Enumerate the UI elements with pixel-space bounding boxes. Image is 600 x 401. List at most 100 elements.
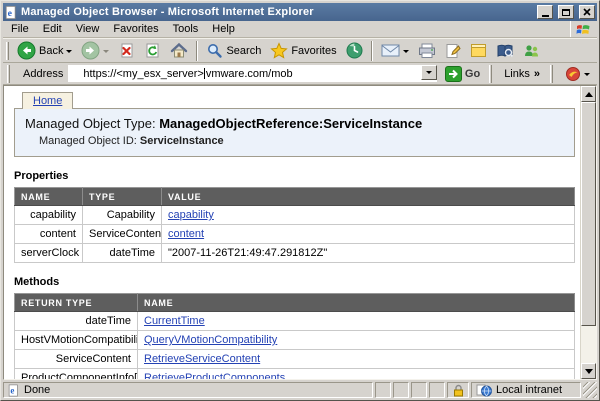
address-url-after-caret: vmware.com/mob xyxy=(206,68,293,80)
go-button[interactable]: Go xyxy=(442,66,483,82)
method-name-cell: RetrieveServiceContent xyxy=(138,350,575,369)
menu-view[interactable]: View xyxy=(69,22,107,36)
table-row: HostVMotionCompatibility[] QueryVMotionC… xyxy=(15,331,575,350)
managed-object-id-value: ServiceInstance xyxy=(140,135,224,147)
messenger-button[interactable] xyxy=(519,42,544,60)
arrow-down-icon xyxy=(585,369,593,378)
research-icon xyxy=(496,43,514,59)
status-done-text: Done xyxy=(24,384,50,396)
mail-dropdown-icon xyxy=(403,50,409,56)
addon-icon xyxy=(565,66,581,82)
status-bar: e Done Local intranet xyxy=(3,380,597,398)
status-message: e Done xyxy=(3,382,373,398)
toolbar-separator xyxy=(196,41,198,61)
address-bar-grip[interactable] xyxy=(7,65,10,83)
method-return-type-cell: dateTime xyxy=(15,312,138,331)
print-button[interactable] xyxy=(414,42,440,60)
favorites-star-icon xyxy=(270,42,288,59)
menu-file[interactable]: File xyxy=(4,22,36,36)
property-type-cell: ServiceContent xyxy=(83,225,162,244)
menu-edit[interactable]: Edit xyxy=(36,22,69,36)
history-button[interactable] xyxy=(342,41,367,60)
table-row: capability Capability capability xyxy=(15,206,575,225)
window-title: Managed Object Browser - Microsoft Inter… xyxy=(21,6,532,18)
security-pane xyxy=(447,382,469,398)
address-url-before-caret: https://<my_esx_server> xyxy=(83,68,203,80)
property-value-cell: "2007-11-26T21:49:47.291812Z" xyxy=(162,244,575,263)
property-type-cell: Capability xyxy=(83,206,162,225)
stop-button[interactable] xyxy=(114,41,139,60)
browser-viewport: Home Managed Object Type: ManagedObjectR… xyxy=(3,85,597,380)
status-pane xyxy=(429,382,445,398)
search-button[interactable]: Search xyxy=(202,41,265,60)
method-link[interactable]: RetrieveProductComponents xyxy=(144,372,285,379)
address-input[interactable]: https://<my_esx_server>vmware.com/mob xyxy=(68,65,437,82)
addon-button[interactable] xyxy=(561,65,594,83)
method-name-cell: CurrentTime xyxy=(138,312,575,331)
menu-tools[interactable]: Tools xyxy=(166,22,206,36)
method-link[interactable]: CurrentTime xyxy=(144,315,205,327)
title-bar: e Managed Object Browser - Microsoft Int… xyxy=(3,3,597,21)
property-name-cell: serverClock xyxy=(15,244,83,263)
discuss-icon xyxy=(470,43,487,58)
managed-object-type-line: Managed Object Type: ManagedObjectRefere… xyxy=(25,116,564,131)
property-name-cell: capability xyxy=(15,206,83,225)
links-grip[interactable] xyxy=(489,65,492,83)
methods-section-title: Methods xyxy=(14,276,575,288)
close-button[interactable] xyxy=(579,5,595,19)
toolbar-grip[interactable] xyxy=(6,42,9,60)
home-tab-link[interactable]: Home xyxy=(22,92,73,109)
method-link[interactable]: RetrieveServiceContent xyxy=(144,353,260,365)
toolbar-separator xyxy=(371,41,373,61)
minimize-button[interactable] xyxy=(537,5,553,19)
mob-page: Home Managed Object Type: ManagedObjectR… xyxy=(4,86,580,379)
table-row: ServiceContent RetrieveServiceContent xyxy=(15,350,575,369)
security-zone-text: Local intranet xyxy=(496,384,562,396)
properties-section-title: Properties xyxy=(14,170,575,182)
edit-icon xyxy=(445,43,461,59)
search-label: Search xyxy=(226,45,261,57)
history-icon xyxy=(346,42,363,59)
menu-bar: File Edit View Favorites Tools Help xyxy=(3,21,597,38)
back-button[interactable]: Back xyxy=(13,40,76,61)
mail-button[interactable] xyxy=(377,42,413,59)
method-link[interactable]: QueryVMotionCompatibility xyxy=(144,334,277,346)
svg-text:e: e xyxy=(8,7,13,18)
scrollbar-track[interactable] xyxy=(581,102,596,363)
favorites-label: Favorites xyxy=(291,45,336,57)
forward-button[interactable] xyxy=(77,40,113,61)
window-resize-grip[interactable] xyxy=(583,382,597,398)
property-name-cell: content xyxy=(15,225,83,244)
method-return-type-cell: HostVMotionCompatibility[] xyxy=(15,331,138,350)
maximize-button[interactable] xyxy=(558,5,574,19)
back-label: Back xyxy=(39,45,63,57)
vertical-scrollbar[interactable] xyxy=(580,86,596,379)
scroll-up-button[interactable] xyxy=(581,86,596,102)
stop-icon xyxy=(118,42,135,59)
refresh-button[interactable] xyxy=(140,41,165,60)
arrow-up-icon xyxy=(585,88,593,97)
property-value-link[interactable]: content xyxy=(168,228,204,240)
addon-grip[interactable] xyxy=(550,65,553,83)
column-header-return-type: RETURN TYPE xyxy=(15,294,138,312)
scrollbar-thumb[interactable] xyxy=(581,102,596,326)
messenger-icon xyxy=(523,43,540,59)
discuss-button[interactable] xyxy=(466,42,491,59)
edit-button[interactable] xyxy=(441,42,465,60)
minimize-icon xyxy=(542,15,549,17)
property-value-cell: content xyxy=(162,225,575,244)
ie-page-icon: e xyxy=(8,384,20,397)
research-button[interactable] xyxy=(492,42,518,60)
address-dropdown-button[interactable] xyxy=(421,65,437,80)
back-dropdown-icon xyxy=(66,50,72,56)
menu-help[interactable]: Help xyxy=(205,22,242,36)
menu-favorites[interactable]: Favorites xyxy=(106,22,165,36)
links-button[interactable]: Links » xyxy=(500,68,544,80)
scroll-down-button[interactable] xyxy=(581,363,596,379)
home-button[interactable] xyxy=(166,41,192,60)
home-icon xyxy=(170,42,188,59)
close-icon xyxy=(583,8,591,16)
property-value-link[interactable]: capability xyxy=(168,209,214,221)
favorites-button[interactable]: Favorites xyxy=(266,41,340,60)
status-pane xyxy=(393,382,409,398)
